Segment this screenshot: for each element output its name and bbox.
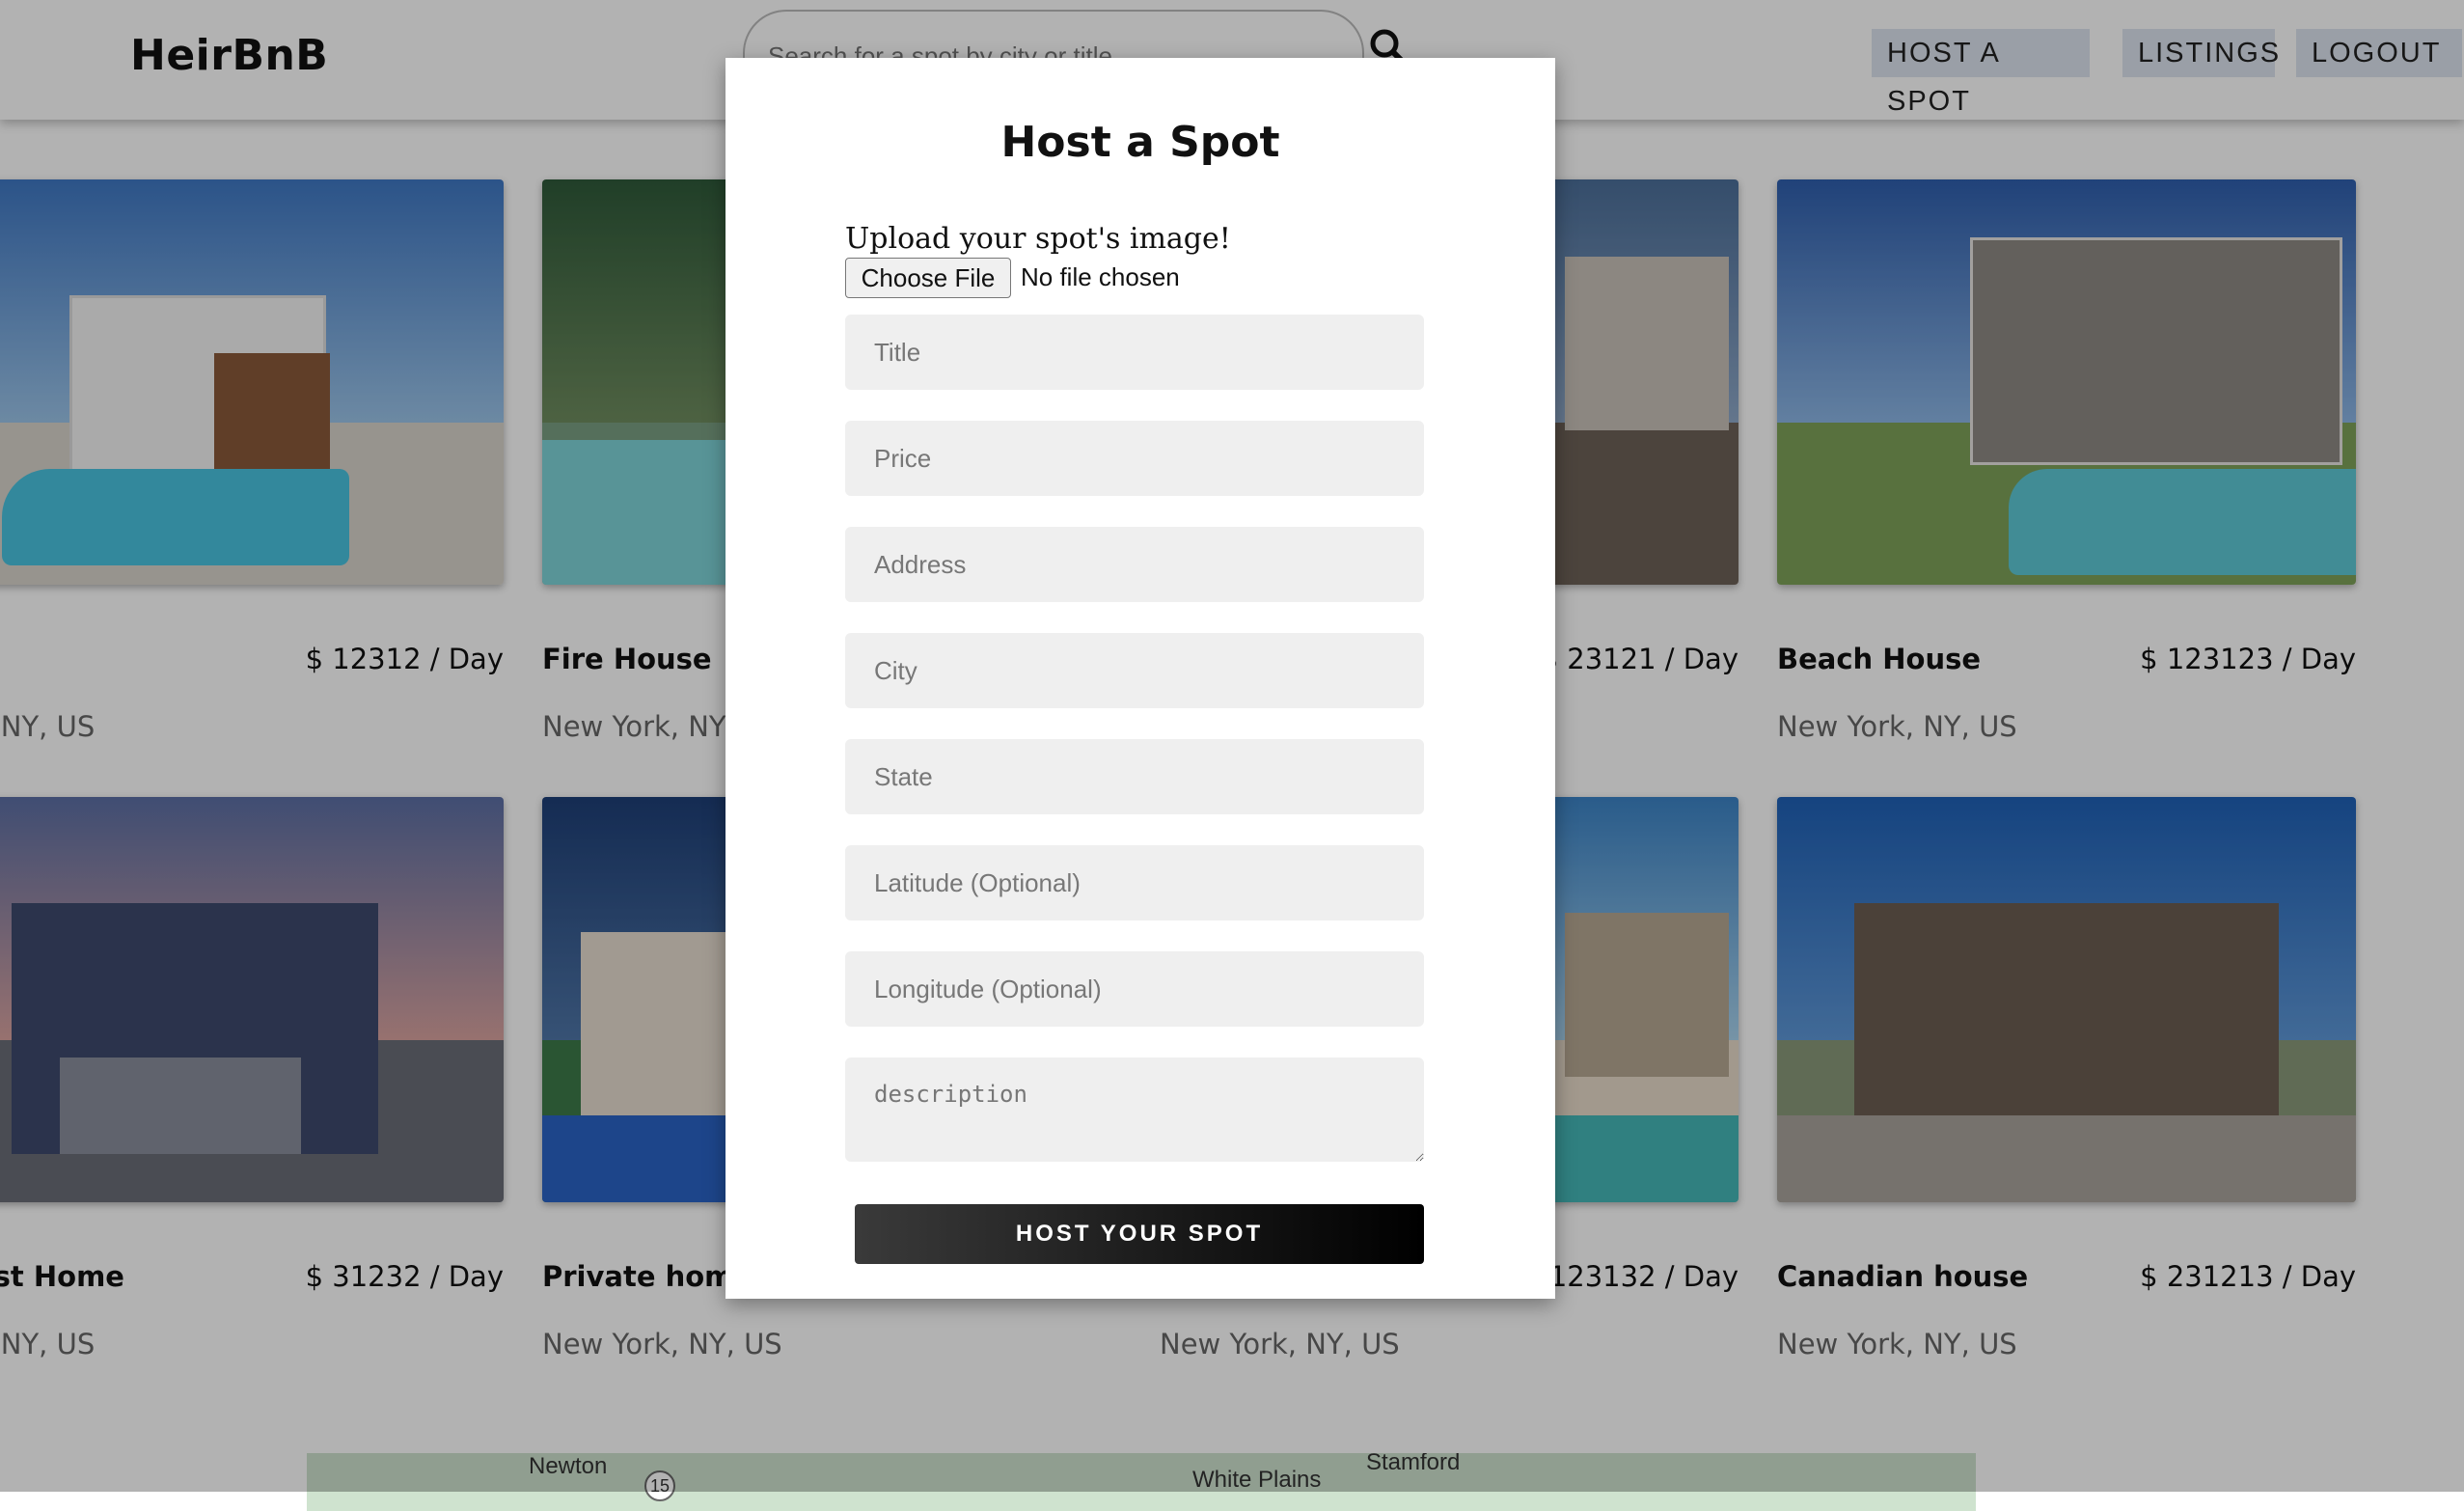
upload-image-label: Upload your spot's image! [845,222,1231,256]
city-input[interactable] [845,633,1424,708]
host-spot-modal: Host a Spot Upload your spot's image! Ch… [726,58,1555,1299]
address-input[interactable] [845,527,1424,602]
title-input[interactable] [845,315,1424,390]
choose-file-button[interactable]: Choose File [845,258,1011,298]
host-your-spot-button[interactable]: HOST YOUR SPOT [855,1204,1424,1264]
price-input[interactable] [845,421,1424,496]
file-status-text: No file chosen [1021,262,1180,291]
modal-title: Host a Spot [1000,118,1280,167]
longitude-input[interactable] [845,951,1424,1027]
state-input[interactable] [845,739,1424,814]
description-textarea[interactable] [845,1058,1424,1162]
latitude-input[interactable] [845,845,1424,920]
